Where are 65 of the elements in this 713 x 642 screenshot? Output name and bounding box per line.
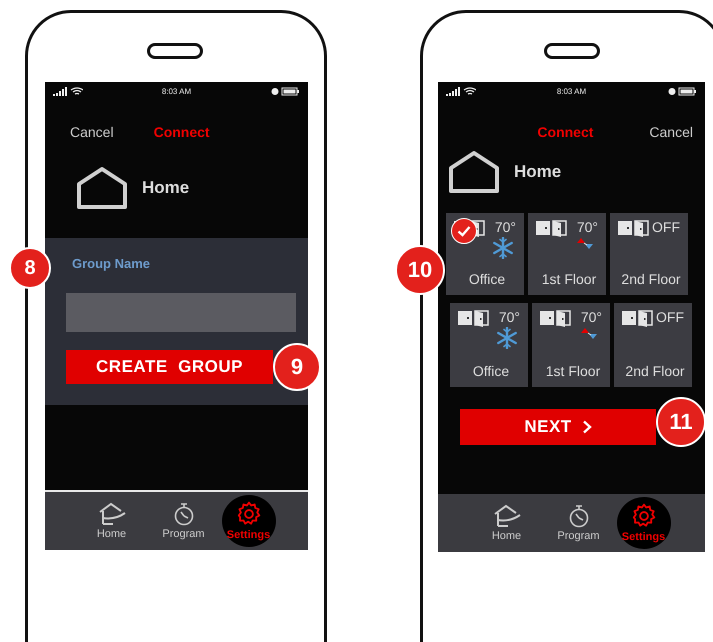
step-number: 11 [656,397,706,447]
cancel-link[interactable]: Cancel [649,124,693,140]
zone-name: 1st Floor [540,271,598,287]
tab-bar-item[interactable]: Settings [222,495,276,547]
connect-link[interactable]: Connect [154,124,210,140]
signal-icon [53,86,83,96]
battery-icon [270,86,300,96]
chevron-right-icon [582,420,592,434]
cancel-link[interactable]: Cancel [70,124,114,140]
zone-tile[interactable]: 70° 1st Floor [528,213,606,295]
status-time: 8:03 AM [162,86,192,96]
step-number: 9 [273,343,321,391]
next-button[interactable]: NEXT [460,409,656,445]
door-icon [618,219,650,237]
create-group-button[interactable]: CREATE GROUP [66,350,273,384]
home-icon [96,502,126,526]
phone-speaker [544,43,600,59]
up-down-arrows-icon [576,237,596,251]
zone-temperature: 70° [498,309,520,325]
house-icon [448,150,500,194]
zone-name: 2nd Floor [620,271,682,287]
tab-bar-item[interactable]: Settings [616,497,670,549]
door-icon [454,219,486,237]
status-time: 8:03 AM [556,86,586,96]
zone-tile[interactable]: OFF 2nd Floor [614,303,692,387]
stopwatch-icon [568,504,590,528]
home-title: Home [142,178,190,198]
battery-icon [666,86,697,96]
zone-temperature: 70° [494,219,516,235]
step-number: 8 [9,247,51,289]
snowflake-icon [496,327,518,349]
zone-tile[interactable]: 70° 1st Floor [532,303,610,387]
door-icon [536,219,568,237]
step-number: 10 [395,245,445,295]
tab-bar-item[interactable]: Home [472,500,540,546]
tab-bar-item[interactable]: Home [78,498,146,544]
zone-name: Office [468,271,506,287]
field-label: Group Name [72,256,152,272]
zone-temperature: 70° [576,219,598,235]
zone-tile[interactable]: 70° Office [450,303,528,387]
snowflake-icon [492,237,514,259]
zone-temperature: OFF [652,219,680,235]
group-name-field[interactable] [66,293,296,332]
zone-name: Office [472,363,510,379]
home-icon [492,504,522,528]
settings-icon [630,503,656,529]
zone-tile[interactable]: OFF 2nd Floor [610,213,688,295]
zone-tile[interactable]: 70° Office [446,213,524,295]
zone-temperature: OFF [656,309,684,325]
zone-temperature: 70° [580,309,602,325]
tab-bar-item[interactable]: Program [544,500,612,546]
connect-link[interactable]: Connect [537,124,594,140]
door-icon [622,309,654,327]
stopwatch-icon [172,502,194,526]
zone-name: 1st Floor [544,363,602,379]
home-title: Home [514,162,562,182]
settings-icon [236,501,262,527]
door-icon [458,309,490,327]
up-down-arrows-icon [580,327,600,341]
signal-icon [446,86,476,96]
tab-bar-item[interactable]: Program [150,498,218,544]
zone-name: 2nd Floor [624,363,686,379]
house-icon [76,166,128,210]
phone-speaker [147,43,203,59]
door-icon [540,309,572,327]
